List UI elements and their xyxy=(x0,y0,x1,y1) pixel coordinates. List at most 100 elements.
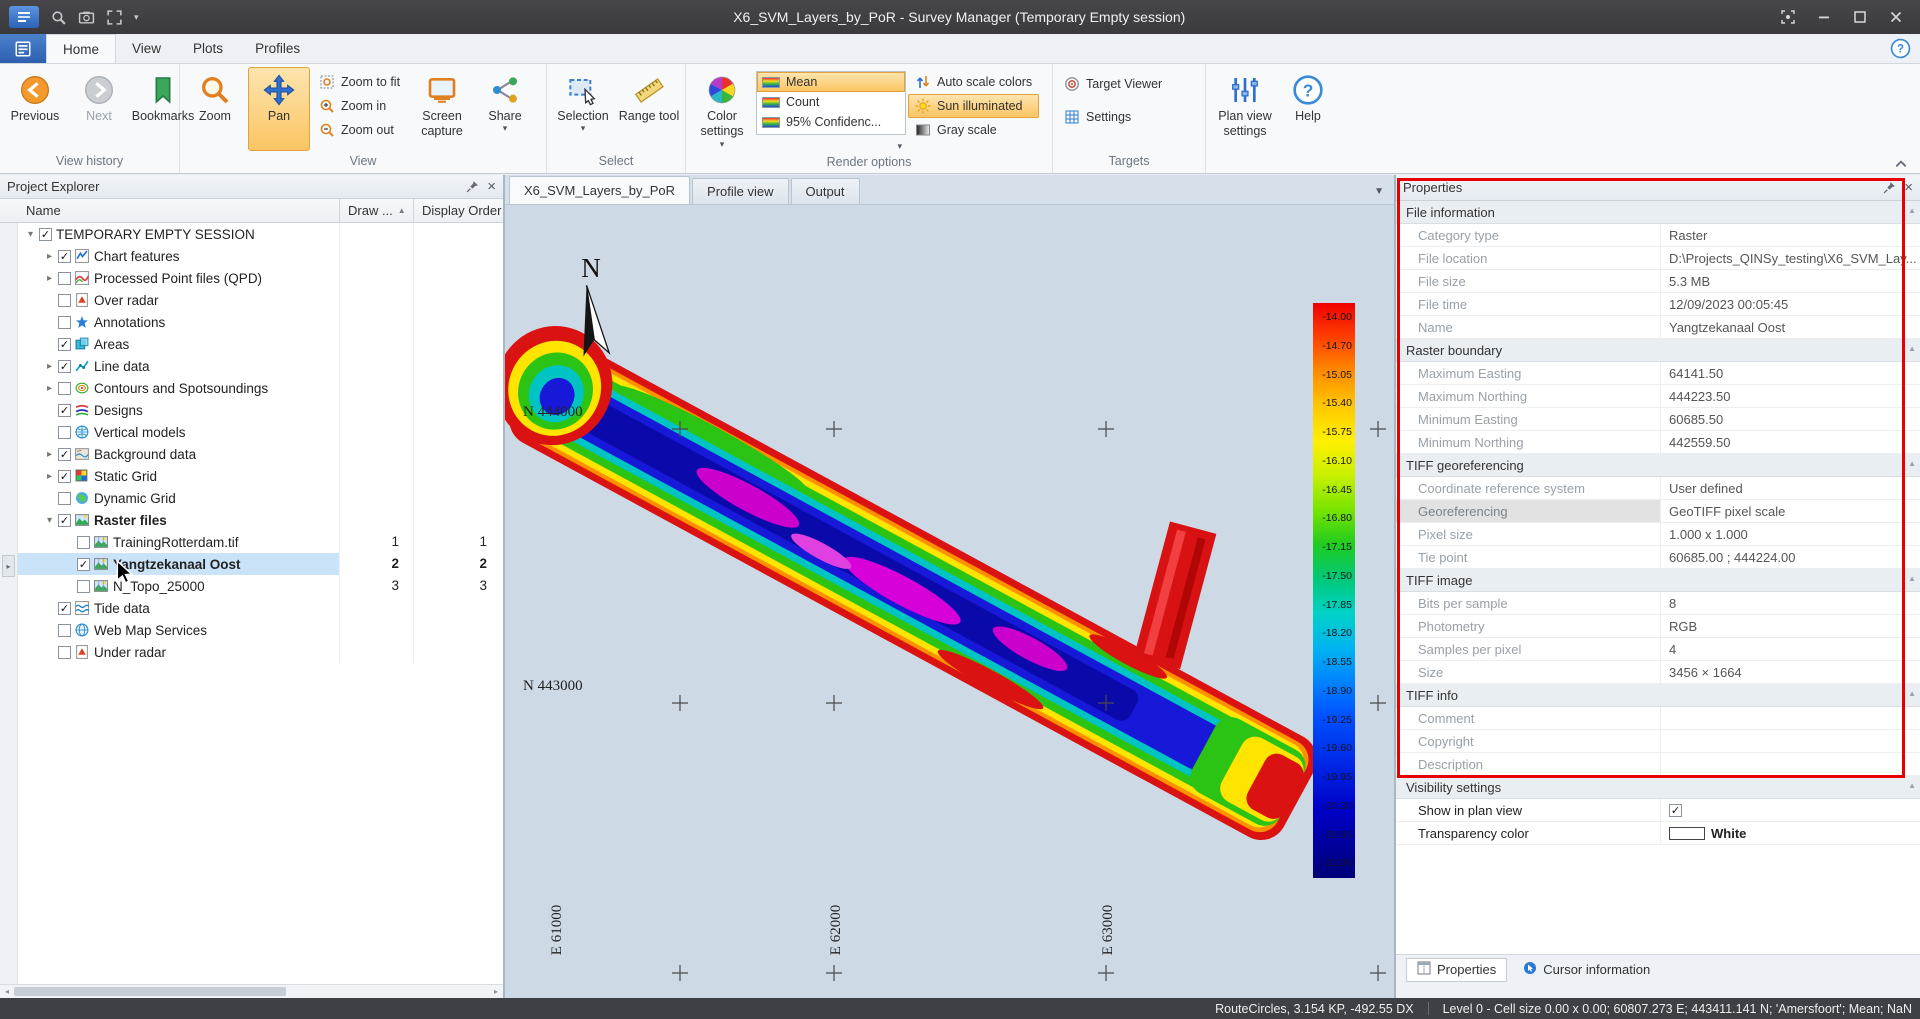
expander-collapsed-icon[interactable]: ▸ xyxy=(43,449,56,460)
tree-item-raster-files[interactable]: ▾✓Raster files xyxy=(18,509,503,531)
property-row-maximum-northing[interactable]: Maximum Northing444223.50 xyxy=(1396,385,1920,408)
checkbox[interactable]: ✓ xyxy=(58,360,71,373)
property-row-coordinate-reference-system[interactable]: Coordinate reference systemUser defined xyxy=(1396,477,1920,500)
share-button[interactable]: Share ▾ xyxy=(477,67,533,151)
tree-item-dynamic-grid[interactable]: Dynamic Grid xyxy=(18,487,503,509)
help-circle-icon[interactable]: ? xyxy=(1890,38,1911,59)
app-icon[interactable] xyxy=(9,6,39,28)
checkbox[interactable] xyxy=(58,294,71,307)
tree-item-processed-point-files-qpd[interactable]: ▸Processed Point files (QPD) xyxy=(18,267,503,289)
checkbox[interactable]: ✓ xyxy=(58,338,71,351)
checkbox[interactable] xyxy=(77,536,90,549)
checkbox[interactable] xyxy=(58,646,71,659)
checkbox[interactable]: ✓ xyxy=(1669,804,1682,817)
expander-collapsed-icon[interactable]: ▸ xyxy=(43,383,56,394)
expander-collapsed-icon[interactable]: ▸ xyxy=(43,251,56,262)
property-row-copyright[interactable]: Copyright xyxy=(1396,730,1920,753)
splitter-handle-button[interactable]: ▸ xyxy=(2,555,15,577)
scrollbar-thumb[interactable] xyxy=(14,987,286,996)
column-header-draw-order[interactable]: Draw ...▲ xyxy=(340,199,414,222)
property-section-visibility-settings[interactable]: Visibility settings▲ xyxy=(1396,776,1920,799)
property-section-tiff-info[interactable]: TIFF info▲ xyxy=(1396,684,1920,707)
tree-item-vertical-models[interactable]: Vertical models xyxy=(18,421,503,443)
tree-item-contours-and-spotsoundings[interactable]: ▸Contours and Spotsoundings xyxy=(18,377,503,399)
pin-icon[interactable] xyxy=(466,180,479,193)
property-row-description[interactable]: Description xyxy=(1396,753,1920,776)
checkbox[interactable] xyxy=(77,580,90,593)
plan-view-settings-button[interactable]: Plan view settings xyxy=(1210,67,1280,151)
property-section-raster-boundary[interactable]: Raster boundary▲ xyxy=(1396,339,1920,362)
property-row-show-in-plan-view[interactable]: Show in plan view✓ xyxy=(1396,799,1920,822)
scroll-left-icon[interactable]: ◂ xyxy=(0,987,14,996)
tree-item-designs[interactable]: ✓Designs xyxy=(18,399,503,421)
property-row-file-size[interactable]: File size5.3 MB xyxy=(1396,270,1920,293)
checkbox[interactable] xyxy=(58,316,71,329)
gray-scale-button[interactable]: Gray scale xyxy=(908,118,1039,142)
section-collapse-icon[interactable]: ▲ xyxy=(1908,574,1916,583)
tree-item-tide-data[interactable]: ✓Tide data xyxy=(18,597,503,619)
property-row-pixel-size[interactable]: Pixel size1.000 x 1.000 xyxy=(1396,523,1920,546)
tree-item-web-map-services[interactable]: Web Map Services xyxy=(18,619,503,641)
property-row-photometry[interactable]: PhotometryRGB xyxy=(1396,615,1920,638)
section-collapse-icon[interactable]: ▲ xyxy=(1908,781,1916,790)
checkbox[interactable] xyxy=(58,272,71,285)
property-row-transparency-color[interactable]: Transparency colorWhite xyxy=(1396,822,1920,845)
file-menu-button[interactable] xyxy=(0,34,46,63)
expander-collapsed-icon[interactable]: ▸ xyxy=(43,361,56,372)
tree-item-yangtzekanaal-oost[interactable]: ✓Yangtzekanaal Oost22 xyxy=(18,553,503,575)
bottom-tab-properties[interactable]: Properties xyxy=(1406,958,1507,982)
tree-item-trainingrotterdam-tif[interactable]: TrainingRotterdam.tif11 xyxy=(18,531,503,553)
property-row-file-location[interactable]: File locationD:\Projects_QINSy_testing\X… xyxy=(1396,247,1920,270)
property-section-tiff-image[interactable]: TIFF image▲ xyxy=(1396,569,1920,592)
view-tab-dropdown-caret[interactable]: ▼ xyxy=(1374,186,1384,197)
property-row-size[interactable]: Size3456 × 1664 xyxy=(1396,661,1920,684)
property-row-maximum-easting[interactable]: Maximum Easting64141.50 xyxy=(1396,362,1920,385)
tree-item-line-data[interactable]: ▸✓Line data xyxy=(18,355,503,377)
render-layer-gallery-more[interactable]: ▾ xyxy=(756,136,906,154)
render-layer-option-95-confidenc[interactable]: 95% Confidenc... xyxy=(757,112,905,132)
checkbox[interactable] xyxy=(58,624,71,637)
close-icon[interactable] xyxy=(1888,9,1904,25)
checkbox[interactable]: ✓ xyxy=(58,250,71,263)
previous-button[interactable]: Previous xyxy=(4,67,66,151)
auto-scale-colors-button[interactable]: Auto scale colors xyxy=(908,70,1039,94)
maximize-icon[interactable] xyxy=(1852,9,1868,25)
color-settings-button[interactable]: Color settings ▾ xyxy=(690,67,754,151)
quick-expand-icon[interactable] xyxy=(106,9,123,26)
quick-zoom-icon[interactable] xyxy=(50,9,67,26)
scroll-right-icon[interactable]: ▸ xyxy=(489,987,503,996)
checkbox[interactable] xyxy=(58,382,71,395)
property-row-tie-point[interactable]: Tie point60685.00 ; 444224.00 xyxy=(1396,546,1920,569)
target-settings-button[interactable]: Settings xyxy=(1057,105,1138,129)
target-viewer-button[interactable]: Target Viewer xyxy=(1057,72,1169,96)
property-row-comment[interactable]: Comment xyxy=(1396,707,1920,730)
render-layer-option-mean[interactable]: Mean xyxy=(757,72,905,92)
ribbon-tab-view[interactable]: View xyxy=(116,34,177,63)
checkbox[interactable]: ✓ xyxy=(58,470,71,483)
plan-view-canvas[interactable]: N N 444000 N 443000 E 61000 E 62000 E 63… xyxy=(505,205,1394,998)
tree-item-annotations[interactable]: Annotations xyxy=(18,311,503,333)
property-section-tiff-georeferencing[interactable]: TIFF georeferencing▲ xyxy=(1396,454,1920,477)
tree-item-n-topo-25000[interactable]: N_Topo_2500033 xyxy=(18,575,503,597)
bottom-tab-cursor-information[interactable]: Cursor information xyxy=(1512,958,1661,982)
expander-expanded-icon[interactable]: ▾ xyxy=(24,229,37,240)
close-panel-icon[interactable]: × xyxy=(487,179,496,194)
checkbox[interactable]: ✓ xyxy=(58,404,71,417)
property-row-category-type[interactable]: Category typeRaster xyxy=(1396,224,1920,247)
checkbox[interactable]: ✓ xyxy=(39,228,52,241)
close-panel-icon[interactable]: × xyxy=(1904,180,1913,195)
render-layer-option-count[interactable]: Count xyxy=(757,92,905,112)
checkbox[interactable] xyxy=(58,426,71,439)
zoom-out-button[interactable]: Zoom out xyxy=(312,118,407,142)
next-button[interactable]: Next xyxy=(68,67,130,151)
property-row-file-time[interactable]: File time12/09/2023 00:05:45 xyxy=(1396,293,1920,316)
property-row-minimum-easting[interactable]: Minimum Easting60685.50 xyxy=(1396,408,1920,431)
property-row-bits-per-sample[interactable]: Bits per sample8 xyxy=(1396,592,1920,615)
checkbox[interactable]: ✓ xyxy=(58,602,71,615)
ribbon-tab-home[interactable]: Home xyxy=(46,34,116,63)
checkbox[interactable] xyxy=(58,492,71,505)
ribbon-tab-plots[interactable]: Plots xyxy=(177,34,239,63)
property-row-georeferencing[interactable]: GeoreferencingGeoTIFF pixel scale xyxy=(1396,500,1920,523)
collapse-ribbon-icon[interactable] xyxy=(1894,156,1910,168)
tree-item-background-data[interactable]: ▸✓Background data xyxy=(18,443,503,465)
